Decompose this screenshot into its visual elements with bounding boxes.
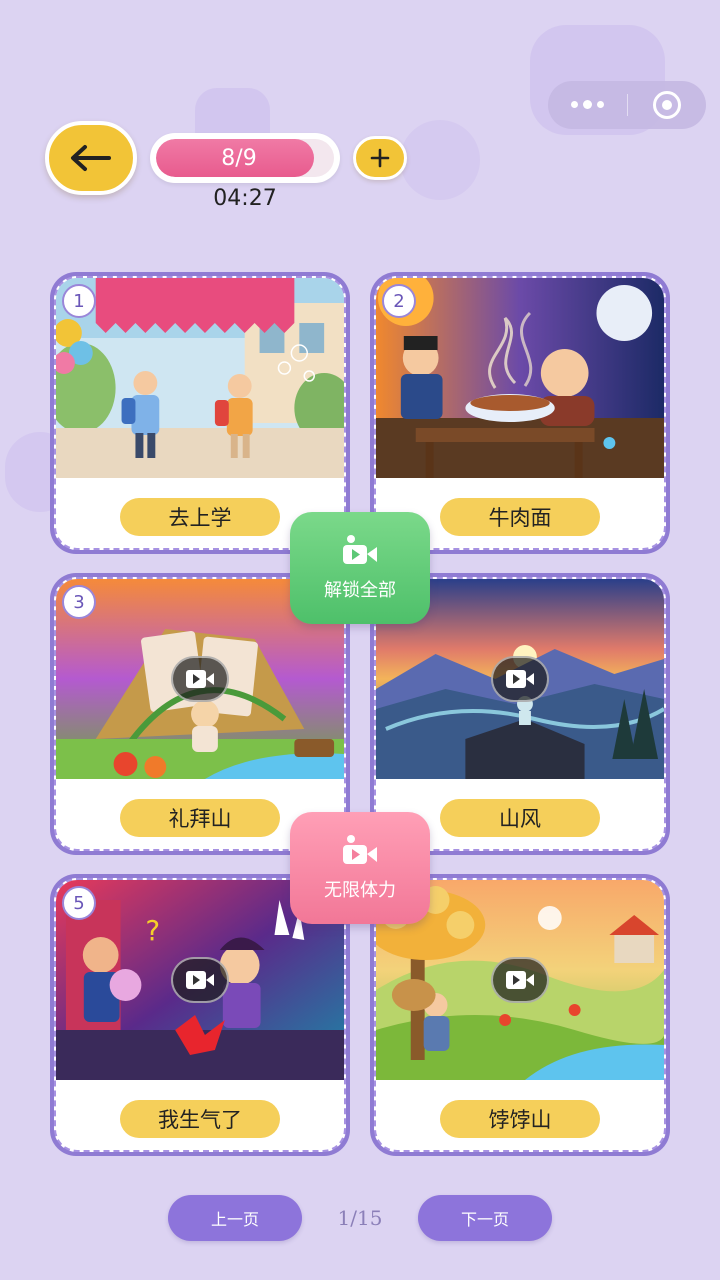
- progress-text: 8/9: [221, 145, 257, 171]
- card-title: 礼拜山: [120, 799, 280, 837]
- prev-page-button[interactable]: 上一页: [168, 1195, 302, 1241]
- countdown-timer: 04:27: [213, 186, 277, 211]
- card-title: 饽饽山: [440, 1100, 600, 1138]
- target-icon[interactable]: [628, 91, 707, 119]
- unlock-all-button[interactable]: 解锁全部: [290, 512, 430, 624]
- level-progress: 8/9: [150, 133, 340, 183]
- bg-shape: [400, 120, 480, 200]
- video-play-icon: [491, 656, 549, 702]
- unlimited-stamina-label: 无限体力: [324, 880, 396, 901]
- card-number-badge: 5: [62, 886, 96, 920]
- card-title: 去上学: [120, 498, 280, 536]
- more-dots-icon[interactable]: [548, 100, 627, 109]
- card-title: 牛肉面: [440, 498, 600, 536]
- card-title: 山风: [440, 799, 600, 837]
- story-card[interactable]: 2 牛肉面: [370, 272, 670, 554]
- progress-track: 8/9: [156, 139, 334, 177]
- video-play-icon: [171, 957, 229, 1003]
- card-number-badge: 3: [62, 585, 96, 619]
- video-play-icon: [171, 656, 229, 702]
- page-indicator: 1/15: [337, 1206, 383, 1230]
- story-card[interactable]: 1 去上学: [50, 272, 350, 554]
- back-button[interactable]: [45, 121, 137, 195]
- unlimited-stamina-button[interactable]: 无限体力: [290, 812, 430, 924]
- miniprogram-capsule: [548, 81, 706, 129]
- plus-icon: [370, 148, 390, 168]
- video-play-icon: [491, 957, 549, 1003]
- next-page-button[interactable]: 下一页: [418, 1195, 552, 1241]
- card-number-badge: 1: [62, 284, 96, 318]
- video-camera-icon: [343, 835, 377, 864]
- add-stamina-button[interactable]: [353, 136, 407, 180]
- unlock-all-label: 解锁全部: [324, 580, 396, 601]
- arrow-left-icon: [71, 145, 111, 171]
- card-title: 我生气了: [120, 1100, 280, 1138]
- card-illustration: [56, 278, 344, 478]
- card-illustration: [376, 278, 664, 478]
- card-number-badge: 2: [382, 284, 416, 318]
- svg-text:?: ?: [145, 914, 160, 947]
- video-camera-icon: [343, 535, 377, 564]
